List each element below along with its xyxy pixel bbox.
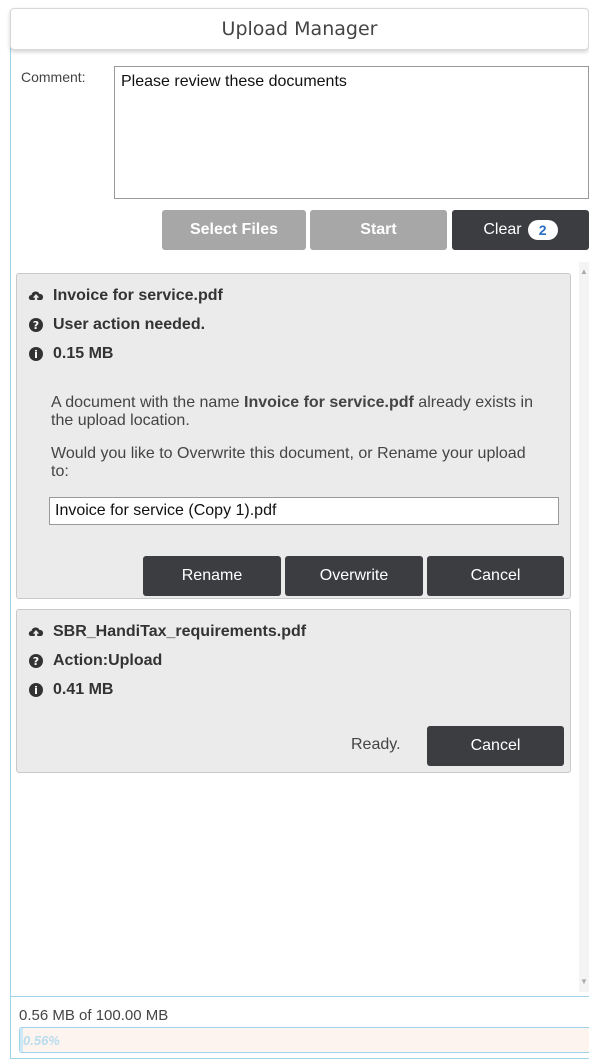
storage-usage-footer: 0.56 MB of 100.00 MB 0.56%	[10, 996, 589, 1059]
overwrite-button[interactable]: Overwrite	[285, 556, 423, 596]
storage-progress-label: 0.56%	[23, 1033, 60, 1048]
ready-status-text: Ready.	[351, 736, 401, 753]
file-name-row: Invoice for service.pdf	[27, 287, 223, 305]
question-circle-icon: ?	[29, 318, 43, 332]
window-title: Upload Manager	[221, 18, 378, 40]
file-name: SBR_HandiTax_requirements.pdf	[53, 623, 307, 640]
info-circle-icon: i	[29, 347, 43, 361]
overwrite-label: Overwrite	[319, 567, 389, 584]
rename-input[interactable]	[49, 497, 559, 525]
clear-count-badge: 2	[527, 220, 558, 240]
cancel-label: Cancel	[470, 567, 521, 584]
cloud-upload-icon	[27, 623, 45, 641]
file-size-row: i 0.15 MB	[27, 345, 113, 363]
start-button[interactable]: Start	[310, 210, 447, 250]
storage-usage-text: 0.56 MB of 100.00 MB	[19, 1007, 169, 1024]
rename-question: Would you like to Overwrite this documen…	[51, 445, 526, 480]
cancel-label: Cancel	[470, 737, 521, 754]
clear-button[interactable]: Clear 2	[452, 210, 589, 250]
select-files-label: Select Files	[189, 221, 279, 238]
file-status-row: ? Action:Upload	[27, 652, 162, 670]
file-card-invoice: Invoice for service.pdf ? User action ne…	[16, 273, 571, 599]
conflict-file-name: Invoice for service.pdf	[244, 394, 414, 411]
file-size-row: i 0.41 MB	[27, 681, 113, 699]
file-size: 0.15 MB	[53, 345, 114, 362]
scroll-up-arrow-icon[interactable]: ▲	[580, 268, 588, 276]
question-circle-icon: ?	[29, 654, 43, 668]
conflict-prefix: A document with the name	[51, 394, 244, 411]
info-circle-icon: i	[29, 683, 43, 697]
select-files-button[interactable]: Select Files	[162, 210, 306, 250]
cancel-button[interactable]: Cancel	[427, 726, 564, 766]
comment-textarea[interactable]: Please review these documents	[114, 66, 589, 199]
question-circle-icon-wrap: ?	[27, 652, 45, 670]
rename-label: Rename	[181, 567, 243, 584]
file-name-row: SBR_HandiTax_requirements.pdf	[27, 623, 306, 641]
question-circle-icon-wrap: ?	[27, 316, 45, 334]
cancel-button[interactable]: Cancel	[427, 556, 564, 596]
clear-label: Clear	[483, 221, 522, 238]
rename-button[interactable]: Rename	[143, 556, 281, 596]
file-status: Action:Upload	[53, 652, 163, 669]
scroll-down-arrow-icon[interactable]: ▼	[580, 978, 588, 986]
file-size: 0.41 MB	[53, 681, 114, 698]
cloud-upload-icon	[27, 287, 45, 305]
info-circle-icon-wrap: i	[27, 681, 45, 699]
file-status: User action needed.	[53, 316, 206, 333]
file-status-row: ? User action needed.	[27, 316, 205, 334]
panel-left-border	[10, 20, 11, 1020]
upload-manager-title-bar: Upload Manager	[10, 8, 589, 50]
start-label: Start	[360, 221, 397, 238]
info-circle-icon-wrap: i	[27, 345, 45, 363]
storage-progress-bar: 0.56%	[19, 1027, 589, 1053]
file-name: Invoice for service.pdf	[53, 287, 223, 304]
comment-label: Comment:	[21, 69, 86, 85]
file-card-sbr: SBR_HandiTax_requirements.pdf ? Action:U…	[16, 609, 571, 773]
file-list-scrollbar[interactable]	[579, 262, 589, 992]
conflict-message: A document with the name Invoice for ser…	[51, 394, 541, 430]
